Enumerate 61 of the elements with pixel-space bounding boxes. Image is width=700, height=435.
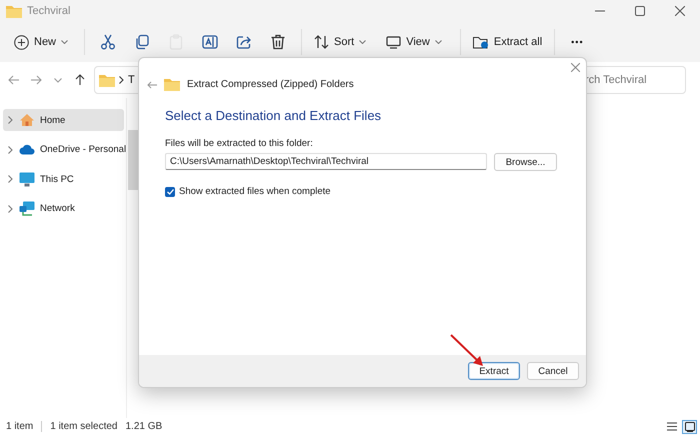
network-icon bbox=[19, 201, 35, 216]
checkbox-label: Show extracted files when complete bbox=[179, 186, 331, 197]
view-button[interactable]: View bbox=[380, 28, 448, 56]
caret-icon bbox=[359, 40, 366, 44]
list-icon bbox=[666, 422, 676, 431]
monitor-icon bbox=[19, 172, 35, 186]
folder-icon bbox=[99, 74, 115, 86]
dialog-heading: Select a Destination and Extract Files bbox=[165, 108, 382, 123]
back-arrow-icon[interactable] bbox=[147, 80, 157, 88]
window-title: Techviral bbox=[27, 5, 70, 17]
path-segment[interactable]: T bbox=[128, 74, 135, 86]
plus-icon bbox=[14, 34, 29, 50]
rename-icon bbox=[202, 34, 218, 50]
destination-field[interactable]: C:\Users\Amarnath\Desktop\Techviral\Techviral bbox=[165, 153, 487, 170]
cancel-button[interactable]: Cancel bbox=[527, 362, 579, 380]
sidebar-item[interactable]: Network bbox=[3, 198, 124, 220]
arrow-drawing bbox=[449, 333, 485, 367]
sort-icon bbox=[314, 35, 330, 49]
sort-button[interactable]: Sort bbox=[308, 28, 372, 56]
chevron-icon[interactable] bbox=[6, 204, 14, 212]
caret-icon bbox=[434, 40, 442, 44]
close-icon[interactable] bbox=[675, 6, 685, 16]
checkbox[interactable] bbox=[165, 186, 175, 196]
home-icon bbox=[19, 113, 35, 127]
chevron-icon[interactable] bbox=[6, 175, 14, 183]
close-icon[interactable] bbox=[571, 63, 580, 72]
check-icon bbox=[166, 188, 174, 194]
item-count: 1 item bbox=[6, 421, 34, 432]
tile-icon bbox=[684, 422, 694, 432]
share-icon bbox=[236, 34, 252, 50]
up-arrow-icon bbox=[75, 74, 85, 86]
caret-icon bbox=[54, 78, 62, 82]
scissors-icon bbox=[100, 34, 116, 50]
sidebar-item[interactable]: This PC bbox=[3, 168, 124, 190]
folder-icon bbox=[6, 4, 22, 18]
browse-button[interactable]: Browse... bbox=[494, 153, 557, 171]
cloud-icon bbox=[19, 144, 35, 155]
extract-button[interactable]: Extract bbox=[468, 362, 520, 380]
folder-icon bbox=[472, 35, 489, 49]
monitor-icon bbox=[386, 36, 402, 48]
selection-size: 1.21 GB bbox=[126, 421, 162, 432]
forward-arrow-icon bbox=[30, 75, 42, 85]
chevron-icon[interactable] bbox=[6, 116, 14, 124]
maximize-icon[interactable] bbox=[635, 6, 645, 16]
field-label: Files will be extracted to this folder: bbox=[165, 138, 314, 149]
selection-count: 1 item selected bbox=[50, 421, 118, 432]
caret-icon bbox=[61, 40, 68, 44]
dialog-title: Extract Compressed (Zipped) Folders bbox=[187, 79, 354, 90]
folder-icon bbox=[164, 78, 180, 91]
tiles-view-button[interactable] bbox=[682, 420, 697, 434]
chevron-icon bbox=[119, 76, 124, 84]
extract-all-button[interactable]: Extract all bbox=[466, 28, 548, 56]
details-view-button[interactable] bbox=[664, 420, 679, 434]
sidebar-item[interactable]: OneDrive - Personal bbox=[3, 138, 124, 160]
sidebar-item[interactable]: Home bbox=[3, 109, 124, 131]
trash-icon bbox=[270, 34, 286, 50]
copy-icon bbox=[134, 34, 150, 50]
more-button[interactable]: ••• bbox=[565, 28, 590, 56]
new-button[interactable]: New bbox=[8, 28, 74, 56]
back-arrow-icon bbox=[8, 75, 20, 85]
chevron-icon[interactable] bbox=[6, 146, 14, 154]
